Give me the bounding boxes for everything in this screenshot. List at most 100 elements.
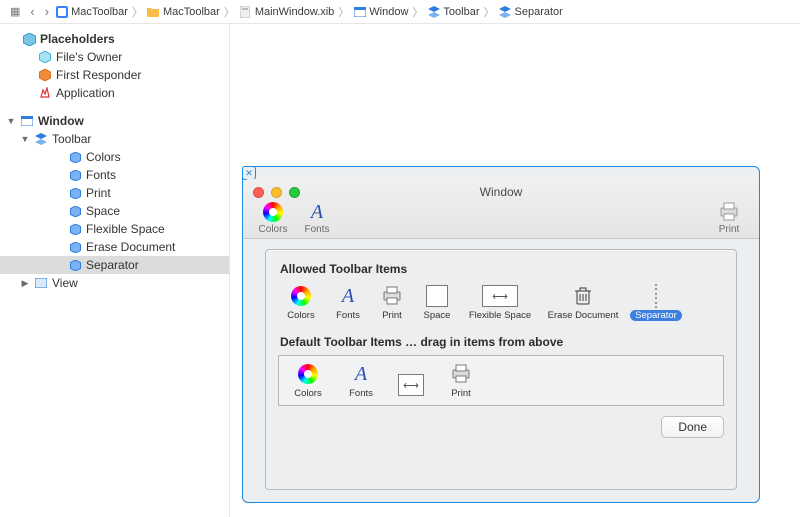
nav-forward[interactable]: › — [41, 4, 53, 19]
traffic-lights — [253, 187, 300, 198]
crumb-xib[interactable]: MainWindow.xib — [239, 5, 334, 18]
crumb-label: Separator — [515, 6, 563, 18]
toolbar-children: Colors Fonts Print Space Flexible Space … — [0, 148, 229, 274]
item-label: Application — [56, 86, 115, 100]
printer-icon — [449, 362, 473, 386]
xib-icon — [239, 5, 252, 18]
ib-canvas[interactable]: ✕ Window Colors AFonts Print Allowed Too… — [230, 24, 800, 517]
tb-label: Print — [719, 224, 740, 235]
toolbar-item-fonts[interactable]: Fonts — [0, 166, 229, 184]
tb-print[interactable]: Print — [707, 201, 751, 235]
fonts-icon: A — [306, 201, 328, 223]
window-icon — [20, 114, 34, 128]
ib-object-handle[interactable]: ✕ — [242, 166, 256, 180]
toolbar-item-print[interactable]: Print — [0, 184, 229, 202]
allowed-label: Space — [424, 310, 451, 321]
cube-icon — [68, 204, 82, 218]
cube-icon — [68, 258, 82, 272]
placeholder-files-owner[interactable]: File's Owner — [0, 48, 229, 66]
tb-label: Fonts — [304, 224, 329, 235]
allowed-colors[interactable]: Colors — [278, 284, 324, 321]
toolbar-item-colors[interactable]: Colors — [0, 148, 229, 166]
default-print[interactable]: Print — [441, 362, 481, 399]
group-title: Placeholders — [40, 32, 115, 46]
default-colors[interactable]: Colors — [285, 362, 331, 399]
nav-back[interactable]: ‹ — [26, 4, 38, 19]
document-outline: Placeholders File's Owner First Responde… — [0, 24, 230, 517]
close-icon[interactable] — [253, 187, 264, 198]
placeholders-group[interactable]: Placeholders — [0, 30, 229, 48]
allowed-title: Allowed Toolbar Items — [280, 262, 724, 276]
crumb-separator[interactable]: Separator — [499, 5, 563, 18]
window-object[interactable]: ▼ Window — [0, 112, 229, 130]
toolbar-item-erase-document[interactable]: Erase Document — [0, 238, 229, 256]
placeholder-first-responder[interactable]: First Responder — [0, 66, 229, 84]
item-label: View — [52, 276, 78, 290]
toolbar-item-flexible-space[interactable]: Flexible Space — [0, 220, 229, 238]
allowed-print[interactable]: Print — [372, 284, 412, 321]
toolbar-object[interactable]: ▼ Toolbar — [0, 130, 229, 148]
crumb-project[interactable]: MacToolbar — [55, 5, 128, 18]
allowed-space[interactable]: Space — [416, 284, 458, 321]
window-titlebar: Window Colors AFonts Print — [243, 179, 759, 239]
toolbar-config-panel: Allowed Toolbar Items Colors AFonts Prin… — [265, 249, 737, 490]
color-wheel-icon — [263, 202, 283, 222]
minimize-icon[interactable] — [271, 187, 282, 198]
related-items-icon[interactable]: ▦ — [6, 5, 24, 18]
project-icon — [55, 5, 68, 18]
allowed-flexible-space[interactable]: ⟷Flexible Space — [462, 284, 538, 321]
toolbar-item-separator[interactable]: Separator — [0, 256, 229, 274]
fonts-icon: A — [336, 284, 360, 308]
window-frame[interactable]: ✕ Window Colors AFonts Print Allowed Too… — [242, 166, 760, 503]
cube-icon — [38, 68, 52, 82]
allowed-separator[interactable]: Separator — [628, 284, 684, 321]
disclosure-open-icon[interactable]: ▼ — [20, 134, 30, 144]
tb-fonts[interactable]: AFonts — [295, 201, 339, 235]
allowed-label: Flexible Space — [469, 310, 531, 321]
disclosure-open-icon[interactable]: ▼ — [6, 116, 16, 126]
allowed-erase-document[interactable]: Erase Document — [542, 284, 624, 321]
view-object[interactable]: ▶ View — [0, 274, 229, 292]
printer-icon — [718, 201, 740, 223]
cube-icon — [68, 222, 82, 236]
color-wheel-icon — [298, 364, 318, 384]
default-title: Default Toolbar Items … drag in items fr… — [280, 335, 724, 349]
default-label: Colors — [294, 388, 321, 399]
done-button[interactable]: Done — [661, 416, 724, 438]
allowed-label: Colors — [287, 310, 314, 321]
disclosure-closed-icon[interactable]: ▶ — [20, 278, 30, 289]
folder-icon — [147, 5, 160, 18]
crumb-toolbar[interactable]: Toolbar — [427, 5, 479, 18]
default-fonts[interactable]: AFonts — [341, 362, 381, 399]
cube-icon — [68, 168, 82, 182]
default-flexible-space[interactable]: ⟷ — [391, 373, 431, 399]
zoom-icon[interactable] — [289, 187, 300, 198]
trash-icon — [571, 284, 595, 308]
breadcrumb: ▦ ‹ › MacToolbar 〉 MacToolbar 〉 MainWind… — [0, 0, 800, 24]
item-label: Window — [38, 114, 84, 128]
crumb-label: MainWindow.xib — [255, 6, 334, 18]
crumb-label: Toolbar — [443, 6, 479, 18]
window-icon — [353, 5, 366, 18]
toolbar-icon — [34, 132, 48, 146]
allowed-fonts[interactable]: AFonts — [328, 284, 368, 321]
crumb-folder[interactable]: MacToolbar — [147, 5, 220, 18]
default-items-box[interactable]: Colors AFonts ⟷ Print — [278, 355, 724, 406]
item-label: Flexible Space — [86, 222, 165, 236]
toolbar-item-space[interactable]: Space — [0, 202, 229, 220]
item-label: Print — [86, 186, 111, 200]
item-label: Space — [86, 204, 120, 218]
crumb-label: MacToolbar — [71, 6, 128, 18]
cube-icon — [68, 240, 82, 254]
crumb-label: Window — [369, 6, 408, 18]
item-label: Separator — [86, 258, 139, 272]
cube-icon — [68, 186, 82, 200]
window-toolbar[interactable]: Colors AFonts Print — [251, 201, 751, 235]
allowed-items-row[interactable]: Colors AFonts Print Space ⟷Flexible Spac… — [278, 282, 724, 329]
separator-icon — [653, 284, 659, 308]
space-icon — [426, 285, 448, 307]
placeholder-application[interactable]: Application — [0, 84, 229, 102]
toolbar-icon — [427, 5, 440, 18]
crumb-window[interactable]: Window — [353, 5, 408, 18]
tb-colors[interactable]: Colors — [251, 201, 295, 235]
